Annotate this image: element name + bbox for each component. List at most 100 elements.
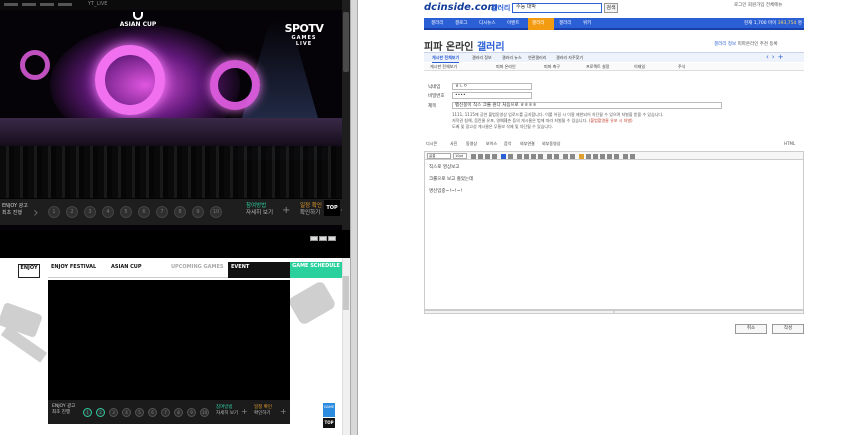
top-links[interactable]: 로그인 회원가입 전체메뉴 xyxy=(734,2,782,8)
underline-icon[interactable] xyxy=(485,154,490,159)
page-number[interactable]: 5 xyxy=(135,408,144,417)
emoji-icon[interactable] xyxy=(579,154,584,159)
close-icon[interactable] xyxy=(328,236,336,241)
page-number[interactable]: 3 xyxy=(84,206,96,218)
page-number[interactable]: 1 xyxy=(48,206,60,218)
schedule-link[interactable]: 일정 확인 확인하기 xyxy=(254,405,272,417)
search-input[interactable]: 수능 대박 xyxy=(512,3,602,13)
undo-icon[interactable] xyxy=(623,154,628,159)
page-number[interactable]: 2 xyxy=(66,206,78,218)
maximize-icon[interactable] xyxy=(319,236,327,241)
attach-external-video[interactable]: 외부동영상 xyxy=(542,141,560,147)
subtab[interactable]: 갤러리 뉴스 xyxy=(502,55,522,63)
font-select[interactable]: 글꼴 xyxy=(427,153,451,159)
menu-dot[interactable] xyxy=(4,3,18,6)
font-color-icon[interactable] xyxy=(501,154,506,159)
highlight-icon[interactable] xyxy=(508,154,513,159)
font-size-select[interactable]: 10pt xyxy=(453,153,467,159)
embedded-video[interactable] xyxy=(48,280,290,400)
top-button[interactable]: TOP xyxy=(323,418,335,428)
menu-dot[interactable] xyxy=(40,3,54,6)
tab-upcoming-games[interactable]: UPCOMING GAMES xyxy=(168,262,228,278)
plus-icon[interactable]: + xyxy=(280,407,287,416)
nav-item[interactable]: 위키 xyxy=(580,18,602,30)
align-left-icon[interactable] xyxy=(517,154,522,159)
cancel-button[interactable]: 취소 xyxy=(735,324,767,334)
title-input[interactable]: 펩신붕이 직스 크롤 원다 처음으로 ㅎㅎㅎㅎ xyxy=(452,102,722,109)
attach-dccon[interactable]: 디시콘 xyxy=(426,141,437,147)
game-schedule-button[interactable]: GAME SCHEDULE xyxy=(290,262,342,278)
page-number[interactable]: 7 xyxy=(156,206,168,218)
tab-event[interactable]: EVENT xyxy=(228,262,290,278)
search-button[interactable]: 검색 xyxy=(604,3,618,13)
tab-navigation[interactable]: ‹›+ xyxy=(766,53,804,61)
promo-link[interactable]: 참여방법 자세히 보기 xyxy=(246,203,282,223)
outdent-icon[interactable] xyxy=(570,154,575,159)
redo-icon[interactable] xyxy=(630,154,635,159)
ad-banner[interactable]: ENJOY 광고 최초 진행 xyxy=(52,404,75,416)
category-item[interactable]: 게시판 전체보기 xyxy=(430,64,457,70)
gallery-recommend-link[interactable]: 피파온라인 추천 등록 xyxy=(738,42,778,47)
live-video-player[interactable]: YT_LIVE ASIAN CUP SPOTV GAMES LIVE ENJOY… xyxy=(0,0,342,230)
tab-asian-cup[interactable]: ASIAN CUP xyxy=(108,262,168,278)
gallery-info-link[interactable]: 갤러리 정보 xyxy=(714,42,736,47)
indent-icon[interactable] xyxy=(563,154,568,159)
page-number[interactable]: 6 xyxy=(138,206,150,218)
page-number[interactable]: 2 xyxy=(96,408,105,417)
attach-music[interactable]: 음악 xyxy=(504,141,511,147)
attach-voice[interactable]: 보이스 xyxy=(486,141,497,147)
align-center-icon[interactable] xyxy=(524,154,529,159)
page-number[interactable]: 1 xyxy=(83,408,92,417)
nav-item[interactable]: 갤러리 xyxy=(556,18,578,30)
nickname-input[interactable]: ㅎㄴㅇ xyxy=(452,83,532,90)
page-number[interactable]: 3 xyxy=(109,408,118,417)
page-number[interactable]: 6 xyxy=(148,408,157,417)
align-right-icon[interactable] xyxy=(531,154,536,159)
link-icon[interactable] xyxy=(586,154,591,159)
menu-dot[interactable] xyxy=(22,3,36,6)
page-number[interactable]: 8 xyxy=(174,206,186,218)
page-number[interactable]: 4 xyxy=(102,206,114,218)
window-splitter[interactable] xyxy=(350,0,358,435)
scrollbar-thumb[interactable] xyxy=(343,12,349,72)
quote-icon[interactable] xyxy=(607,154,612,159)
italic-icon[interactable] xyxy=(478,154,483,159)
subtab[interactable]: 갤러리 정보 xyxy=(472,55,492,63)
list-icon[interactable] xyxy=(547,154,552,159)
attach-photo[interactable]: 사진 xyxy=(450,141,457,147)
promo-link[interactable]: 참여방법 자세히 보기 xyxy=(216,405,238,417)
schedule-link[interactable]: 일정 확인 확인하기 xyxy=(300,203,322,223)
page-number[interactable]: 5 xyxy=(120,206,132,218)
editor-resize-handle[interactable]: ▾ xyxy=(424,310,804,314)
site-logo[interactable]: ENJOY xyxy=(18,264,40,278)
subtab[interactable]: 연관갤러리 xyxy=(528,55,546,63)
nav-item-active[interactable]: 갤러리 xyxy=(528,18,554,30)
page-number[interactable]: 10 xyxy=(200,408,209,417)
page-number[interactable]: 7 xyxy=(161,408,170,417)
category-item[interactable]: 피파 온라인 xyxy=(496,64,516,70)
plus-icon[interactable]: + xyxy=(241,407,248,416)
chevron-right-icon[interactable]: › xyxy=(33,203,45,223)
site-logo[interactable]: dcinside.com xyxy=(424,2,498,13)
page-number[interactable]: 8 xyxy=(174,408,183,417)
submit-button[interactable]: 작성 xyxy=(772,324,804,334)
page-number[interactable]: 4 xyxy=(122,408,131,417)
gallery-logo[interactable]: 갤러리 xyxy=(491,3,510,13)
nav-item[interactable]: 갤러리 xyxy=(428,18,450,30)
category-item[interactable]: 피파 축구 xyxy=(544,64,560,70)
numbered-list-icon[interactable] xyxy=(554,154,559,159)
menu-dot[interactable] xyxy=(58,3,72,6)
plus-icon[interactable]: + xyxy=(282,205,290,216)
scrollbar-thumb[interactable] xyxy=(343,276,349,310)
category-item[interactable]: 이재일 xyxy=(634,64,645,70)
align-justify-icon[interactable] xyxy=(538,154,543,159)
attach-link[interactable]: 외부연결 xyxy=(520,141,535,147)
game-side-button[interactable]: GAME xyxy=(323,403,335,417)
post-content-editor[interactable]: 직스로 영상보고 크롤으로 보고 졸았는데 명신임중~!~!~! xyxy=(424,160,804,310)
page-number[interactable]: 10 xyxy=(210,206,222,218)
page-number[interactable]: 9 xyxy=(192,206,204,218)
tab-enjoy-festival[interactable]: ENJOY FESTIVAL xyxy=(48,262,108,278)
gallery-links[interactable]: 갤러리 정보 피파온라인 추천 등록 xyxy=(714,41,778,47)
top-button[interactable]: TOP xyxy=(324,200,340,216)
nav-item[interactable]: 이벤트 xyxy=(504,18,526,30)
